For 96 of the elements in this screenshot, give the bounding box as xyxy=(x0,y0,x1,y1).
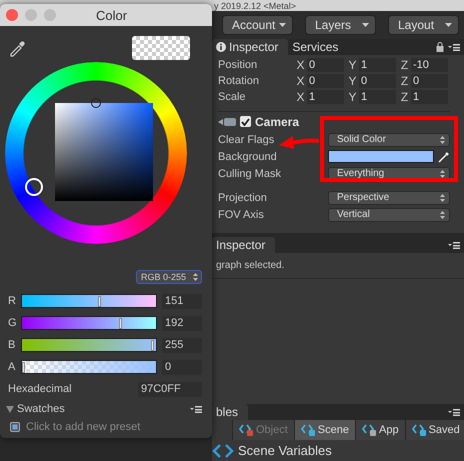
eyedropper-icon[interactable] xyxy=(438,150,450,162)
channel-label: B xyxy=(8,339,16,351)
hue-cursor[interactable] xyxy=(25,178,43,196)
property-label: Scale xyxy=(218,91,247,103)
panel-tab[interactable]: bles xyxy=(212,404,248,420)
variable-icon xyxy=(239,424,253,436)
dropdown[interactable]: Solid Color xyxy=(328,132,450,146)
axis-label: Y xyxy=(347,58,358,72)
code-brackets-icon xyxy=(212,444,234,458)
section-heading: Scene Variables xyxy=(238,443,332,458)
component-title: Camera xyxy=(255,114,300,128)
info-icon xyxy=(216,42,226,52)
mode-dropdown[interactable]: RGB 0-255 xyxy=(136,270,202,284)
property-label: Position xyxy=(218,59,258,71)
channel-slider[interactable] xyxy=(21,338,157,352)
slider-thumb[interactable] xyxy=(98,296,102,307)
value-field[interactable]: 192 xyxy=(162,316,202,330)
toolbar-dropdown[interactable]: Layers xyxy=(305,15,376,35)
property-label: Background xyxy=(218,150,277,162)
hex-field[interactable]: 97C0FF xyxy=(138,382,202,396)
updown-icon xyxy=(440,170,445,178)
axis-label: Z xyxy=(400,58,410,72)
caret-icon xyxy=(279,23,286,27)
axis-label: X xyxy=(295,58,306,72)
number-field[interactable]: -10 xyxy=(411,58,448,72)
channel-label: R xyxy=(8,295,17,307)
variable-icon xyxy=(362,424,376,436)
caret-icon xyxy=(445,23,452,27)
number-field[interactable]: 1 xyxy=(359,58,396,72)
number-field[interactable]: 0 xyxy=(307,58,344,72)
panel-tab[interactable]: Inspector xyxy=(212,39,288,55)
number-field[interactable]: 1 xyxy=(359,90,396,104)
axis-label: X xyxy=(295,90,306,104)
eyedropper-icon[interactable] xyxy=(8,39,26,57)
menu-icon[interactable] xyxy=(448,242,460,248)
scope-tab[interactable]: Saved xyxy=(404,420,464,440)
panel-tab[interactable]: Inspector xyxy=(212,237,276,253)
scope-tab[interactable]: App xyxy=(355,420,405,440)
swatches-foldout[interactable]: Swatches xyxy=(6,403,65,415)
number-field[interactable]: 0 xyxy=(359,74,396,88)
menu-icon[interactable] xyxy=(190,406,202,412)
toolbar-dropdown[interactable]: Account xyxy=(222,15,293,35)
updown-icon xyxy=(440,136,445,144)
channel-slider[interactable] xyxy=(21,316,157,330)
property-label: Rotation xyxy=(218,75,260,87)
value-field[interactable]: 255 xyxy=(162,338,202,352)
add-preset-hint[interactable]: Click to add new preset xyxy=(26,421,140,433)
color-field[interactable] xyxy=(328,150,434,163)
menu-icon[interactable] xyxy=(448,408,460,416)
picker-cursor[interactable] xyxy=(91,98,101,108)
channel-label: G xyxy=(8,317,18,329)
number-field[interactable]: 1 xyxy=(411,90,448,104)
toolbar-dropdown[interactable]: Layout xyxy=(388,15,459,35)
property-label: FOV Axis xyxy=(218,208,264,220)
dropdown[interactable]: Perspective xyxy=(328,190,450,204)
axis-label: Y xyxy=(347,74,358,88)
updown-icon xyxy=(193,273,198,281)
lock-icon[interactable] xyxy=(436,42,444,52)
axis-label: X xyxy=(295,74,306,88)
number-field[interactable]: 1 xyxy=(307,90,344,104)
number-field[interactable]: 0 xyxy=(307,74,344,88)
property-label: Culling Mask xyxy=(218,168,281,180)
camera-icon xyxy=(218,116,236,126)
channel-slider[interactable] xyxy=(21,360,157,374)
dropdown[interactable]: Vertical xyxy=(328,208,450,222)
disclosure-triangle-icon[interactable] xyxy=(6,406,14,412)
channel-label: A xyxy=(8,361,16,373)
value-field[interactable]: 0 xyxy=(162,360,202,374)
axis-label: Z xyxy=(400,74,410,88)
channel-slider[interactable] xyxy=(21,294,157,308)
window-title: Color xyxy=(94,8,128,22)
saturation-value-square[interactable] xyxy=(55,103,153,201)
status-message: graph selected. xyxy=(212,253,464,279)
axis-label: Y xyxy=(347,90,358,104)
variable-icon xyxy=(300,424,315,436)
variable-icon xyxy=(412,424,426,436)
add-preset-icon[interactable] xyxy=(10,422,20,432)
updown-icon xyxy=(440,210,445,218)
number-field[interactable]: 0 xyxy=(411,74,448,88)
editor-title: y 2019.2.12 <Metal> xyxy=(214,0,296,10)
slider-thumb[interactable] xyxy=(119,318,122,329)
property-label: Clear Flags xyxy=(218,134,274,146)
slider-thumb[interactable] xyxy=(22,362,25,373)
slider-thumb[interactable] xyxy=(151,340,154,351)
menu-icon[interactable] xyxy=(448,44,460,50)
value-field[interactable]: 151 xyxy=(162,294,202,308)
property-label: Projection xyxy=(218,192,267,204)
scope-tab[interactable]: Scene xyxy=(294,420,355,440)
caret-icon xyxy=(362,23,369,27)
updown-icon xyxy=(440,194,445,202)
panel-tab[interactable]: Services xyxy=(288,39,348,55)
hex-label: Hexadecimal xyxy=(8,383,72,395)
enable-checkbox[interactable] xyxy=(240,116,251,127)
arrow-drawing xyxy=(279,135,319,149)
color-preview xyxy=(132,36,190,60)
axis-label: Z xyxy=(400,90,410,104)
